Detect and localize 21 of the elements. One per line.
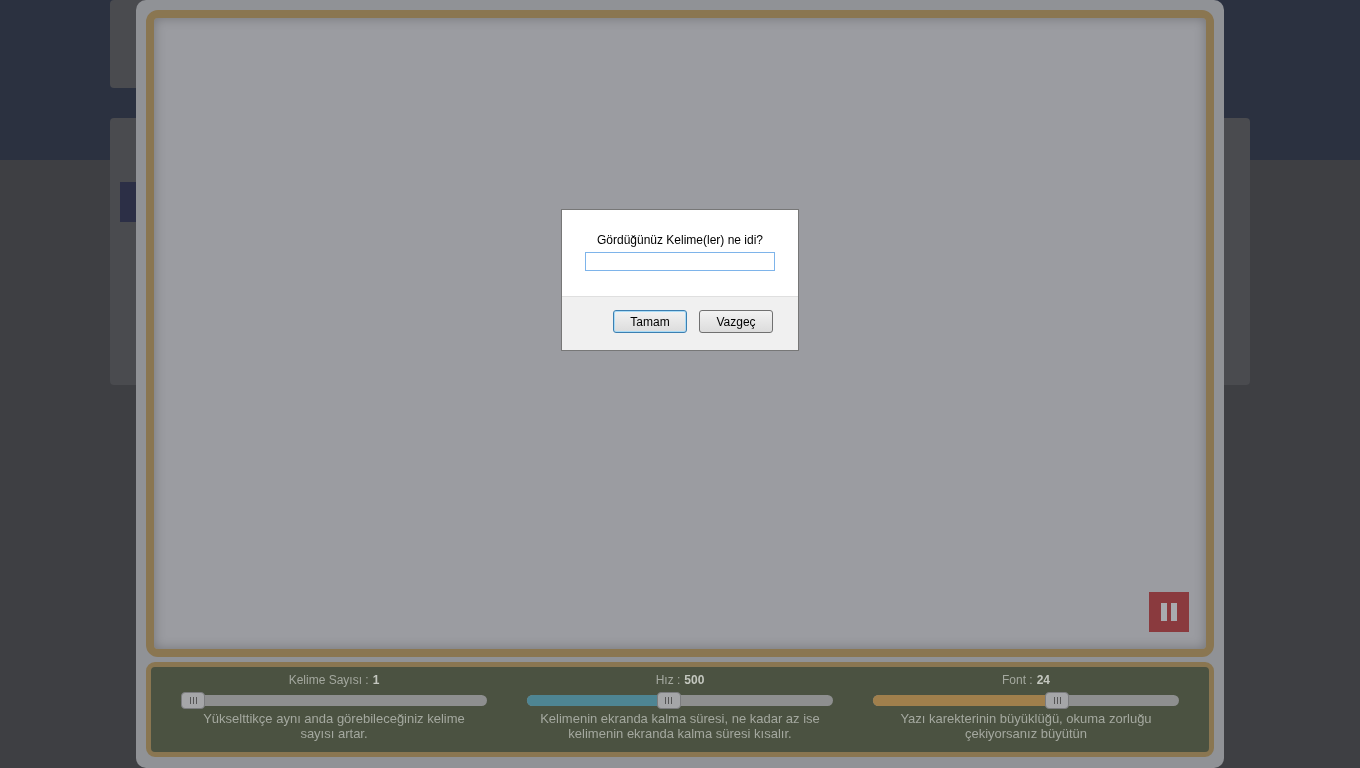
slider[interactable] [181,695,487,706]
slider-value: 1 [372,673,380,689]
slider-value: 500 [684,673,705,689]
answer-field[interactable] [585,252,775,271]
grip-icon [1053,697,1061,704]
slider[interactable] [527,695,833,706]
slider-value: 24 [1036,673,1050,689]
grip-icon [665,697,673,704]
grip-icon [189,697,197,704]
dialog-button[interactable]: Tamam [613,310,687,333]
slider-label: Font : [1001,673,1033,689]
slider[interactable] [873,695,1179,706]
pause-button[interactable] [1149,592,1189,632]
pause-icon [1160,603,1178,621]
slider-description: Yükselttikçe aynı anda görebileceğiniz kelime sayısı artar. [202,711,466,741]
slider-description: Kelimenin ekranda kalma süresi, ne kadar az ise kelimenin ekranda kalma süresi kısalır. [539,711,821,741]
slider-label: Kelime Sayısı : [288,673,369,689]
dialog-button[interactable]: Vazgeç [699,310,773,333]
dialog-prompt: Gördüğünüz Kelime(ler) ne idi? [596,233,764,247]
slider-label: Hız : [655,673,681,689]
slider-description: Yazı karekterinin büyüklüğü, okuma zorluğu çekiyorsanız büyütün [899,711,1153,741]
